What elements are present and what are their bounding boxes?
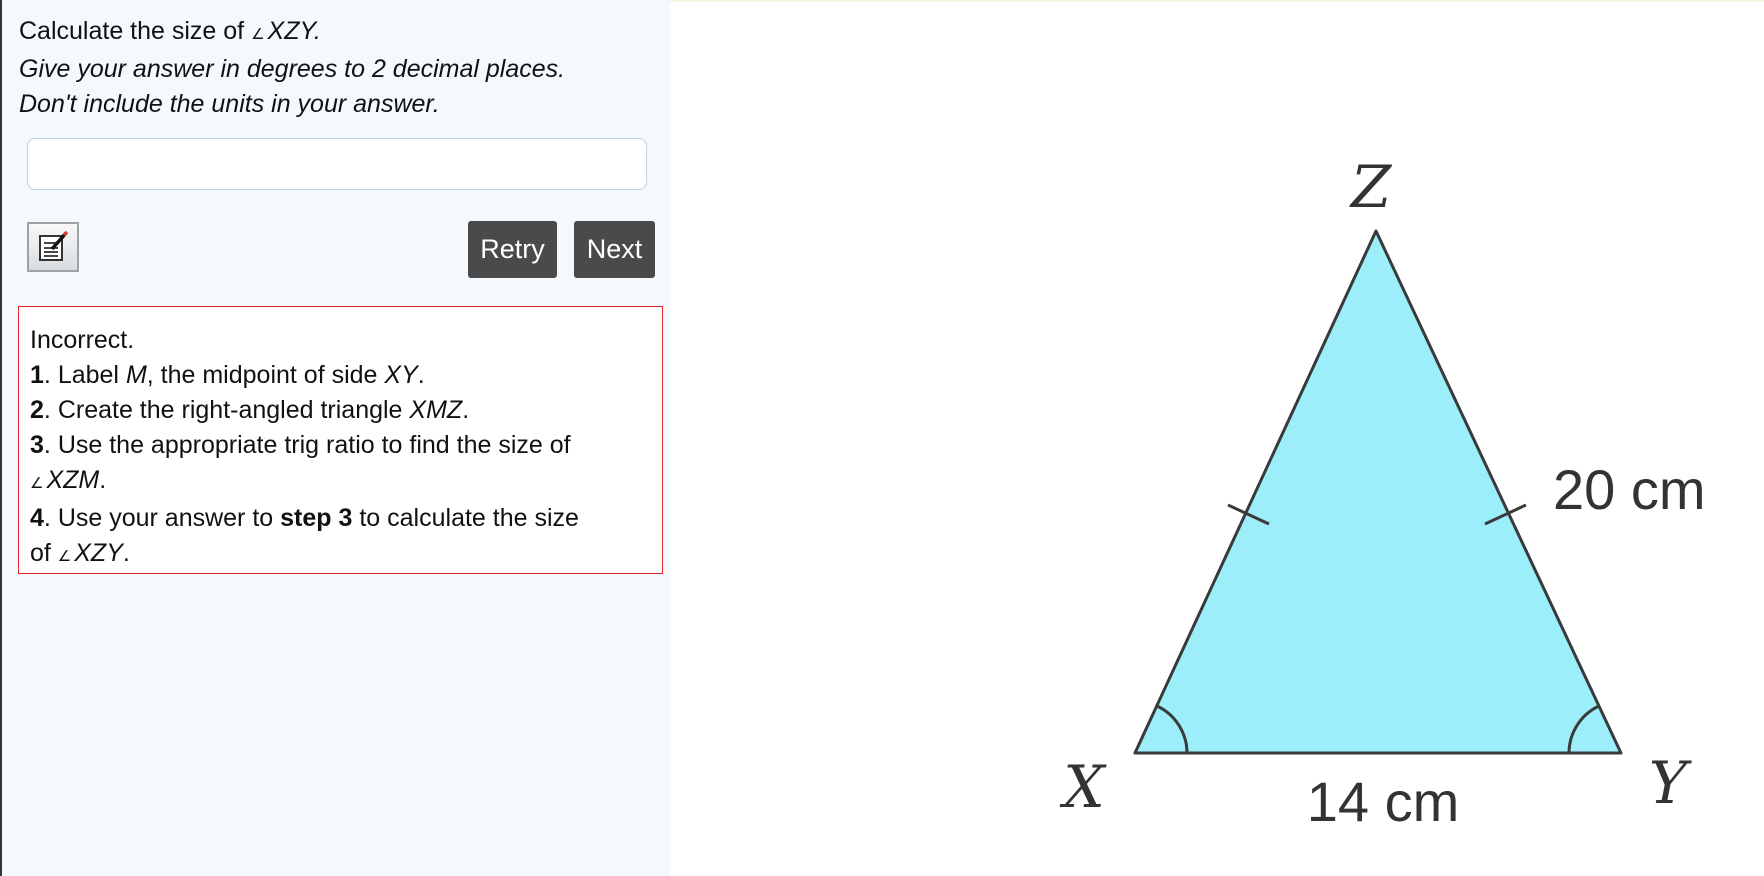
top-divider [670, 0, 1764, 2]
feedback-step-1: 1. Label M, the midpoint of side XY. [30, 361, 425, 389]
feedback-step-3-cont: ∠ XZM. [30, 466, 107, 494]
question-text: Calculate the size of ∠ XZY. Give your an… [19, 14, 659, 122]
window-edge [0, 0, 2, 876]
next-button[interactable]: Next [574, 221, 655, 278]
feedback-step-4-cont: of ∠ XZY. [30, 539, 130, 567]
vertex-label-x: X [1059, 753, 1107, 821]
question-angle: XZY [267, 17, 314, 45]
feedback-step-4: 4. Use your answer to step 3 to calculat… [30, 504, 579, 532]
answer-input[interactable] [27, 138, 647, 190]
feedback-step-2: 2. Create the right-angled triangle XMZ. [30, 396, 470, 424]
retry-button[interactable]: Retry [468, 221, 557, 278]
question-instruction-precision: Give your answer in degrees to 2 decimal… [19, 55, 566, 83]
angle-icon: ∠ [30, 475, 44, 492]
angle-icon: ∠ [57, 548, 72, 565]
question-prompt: Calculate the size of ∠ XZY. [19, 17, 321, 45]
triangle-diagram: Z X Y 20 cm 14 cm [1059, 153, 1706, 833]
notes-button[interactable] [27, 222, 79, 272]
vertex-label-z: Z [1349, 153, 1393, 221]
page: Calculate the size of ∠ XZY. Give your an… [0, 0, 1764, 876]
triangle-xyz [1133, 229, 1623, 755]
base-length-label: 14 cm [1307, 770, 1460, 833]
notepad-pencil-icon [39, 230, 69, 261]
feedback-step-3: 3. Use the appropriate trig ratio to fin… [30, 431, 571, 459]
vertex-label-y: Y [1649, 749, 1692, 817]
feedback-status: Incorrect. [30, 326, 135, 354]
side-length-label: 20 cm [1553, 458, 1706, 521]
feedback-box: Incorrect. 1. Label M, the midpoint of s… [18, 306, 663, 574]
angle-icon: ∠ [251, 26, 265, 43]
question-instruction-units: Don't include the units in your answer. [19, 90, 440, 118]
